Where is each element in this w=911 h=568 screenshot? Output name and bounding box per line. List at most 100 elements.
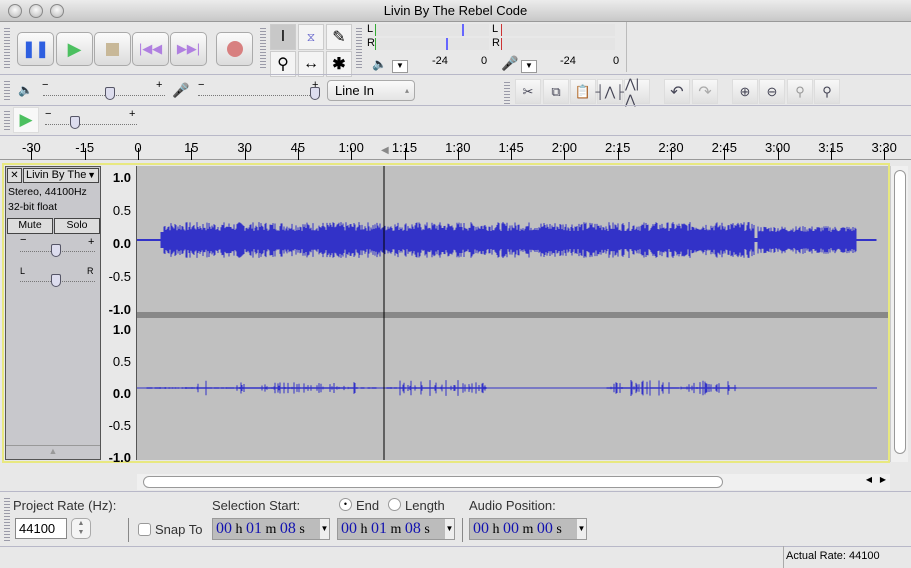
meter-toolbar: L R -24 0 🔈 ▼ L R -24 0 🎤 ▼ (364, 22, 622, 73)
magnifier-icon: ⚲ (277, 56, 289, 73)
play-head-marker: ◀ (381, 145, 389, 156)
zoom-in-button[interactable]: ⊕ (732, 79, 758, 104)
ruler-label: 3:00 (764, 140, 791, 155)
collapse-track-button[interactable]: ▲ (6, 445, 100, 456)
record-button[interactable] (216, 32, 253, 66)
asterisk-icon: ✱ (332, 56, 346, 73)
silence-icon: ⋀|⋀ (625, 75, 640, 107)
scroll-right-arrow[interactable]: ▶ (880, 475, 886, 484)
play-button[interactable]: ▶ (56, 32, 93, 66)
rec-meter-left-label: L (492, 23, 499, 35)
minimize-window-button[interactable] (29, 4, 43, 18)
slider-thumb[interactable] (70, 116, 80, 129)
paste-button[interactable]: 📋 (570, 79, 596, 104)
output-volume-icon: 🔈 (18, 83, 33, 97)
waveform-display[interactable] (137, 166, 888, 460)
close-window-button[interactable] (8, 4, 22, 18)
track-format: Stereo, 44100Hz (8, 186, 87, 198)
close-track-button[interactable]: ✕ (7, 168, 22, 183)
gain-slider[interactable] (20, 244, 95, 257)
zoom-out-button[interactable]: ⊖ (759, 79, 785, 104)
track-info: Stereo, 44100Hz 32-bit float (8, 185, 87, 215)
pan-slider[interactable] (20, 274, 95, 287)
audio-position-field[interactable]: 00 h 00 m 00 s ▼ (469, 518, 587, 540)
horizontal-scroll-thumb[interactable] (143, 476, 723, 488)
play-meter-right-label: R (367, 37, 375, 49)
input-volume-slider[interactable] (198, 82, 320, 100)
format-dropdown[interactable]: ▼ (577, 519, 586, 539)
channel-right-bg (137, 318, 888, 460)
tools-grip[interactable] (260, 26, 266, 70)
redo-button[interactable]: ↷ (692, 79, 718, 104)
envelope-tool[interactable]: ⧖ (298, 24, 324, 50)
slider-thumb[interactable] (105, 87, 115, 100)
track-bit-depth: 32-bit float (8, 201, 58, 213)
solo-button[interactable]: Solo (54, 218, 100, 234)
pencil-icon: ✎ (332, 29, 346, 46)
toolbar-grip[interactable] (4, 26, 10, 70)
silence-button[interactable]: ⋀|⋀ (624, 76, 650, 107)
undo-button[interactable]: ↶ (664, 79, 690, 104)
vertical-scrollbar[interactable] (890, 166, 908, 462)
slider-thumb[interactable] (51, 274, 61, 287)
paste-icon: 📋 (574, 83, 592, 99)
slider-thumb[interactable] (51, 244, 61, 257)
scroll-left-arrow[interactable]: ◀ (866, 475, 872, 484)
audio-position-label: Audio Position: (469, 498, 556, 513)
vertical-scroll-thumb[interactable] (894, 170, 906, 454)
speaker-icon: 🔈 (372, 57, 387, 71)
ruler-label: 1:00 (338, 140, 364, 155)
amplitude-label: 0.0 (112, 236, 131, 251)
snap-to-checkbox[interactable] (138, 523, 151, 536)
selection-bar-grip[interactable] (4, 496, 10, 542)
format-dropdown[interactable]: ▼ (320, 519, 329, 539)
copy-button[interactable]: ⧉ (543, 79, 569, 104)
project-rate-stepper[interactable]: ▲ ▼ (71, 518, 91, 539)
play-meter-menu[interactable]: ▼ (392, 60, 408, 73)
horizontal-scrollbar[interactable]: ◀ ▶ (137, 474, 890, 490)
fit-selection-button[interactable]: ⚲ (787, 79, 813, 104)
length-radio[interactable] (388, 498, 401, 511)
ruler-label: 1:45 (498, 140, 524, 155)
end-radio[interactable]: • (339, 498, 352, 511)
play-icon: ▶ (19, 110, 33, 129)
stop-button[interactable] (94, 32, 131, 66)
mute-button[interactable]: Mute (7, 218, 53, 234)
play-at-speed-button[interactable]: ▶ (13, 107, 39, 133)
zoom-window-button[interactable] (50, 4, 64, 18)
mixer-grip[interactable] (4, 79, 10, 101)
speed-grip[interactable] (4, 109, 10, 131)
draw-tool[interactable]: ✎ (326, 24, 352, 50)
selection-start-field[interactable]: 00 h 01 m 08 s ▼ (212, 518, 330, 540)
skip-to-start-button[interactable]: |◀◀ (132, 32, 169, 66)
project-rate-input[interactable]: 44100 (15, 518, 67, 539)
trim-outside-button[interactable]: ┤⋀├ (595, 79, 625, 104)
double-arrow-icon: ↔ (303, 55, 319, 72)
fit-project-button[interactable]: ⚲ (814, 79, 840, 104)
edit-grip[interactable] (504, 80, 510, 104)
skip-end-icon: ▶▶| (176, 41, 201, 56)
slider-thumb[interactable] (310, 87, 320, 100)
tick-label: -24 (432, 55, 448, 67)
trim-button[interactable]: ✂ (515, 79, 541, 104)
format-dropdown[interactable]: ▼ (445, 519, 454, 539)
ruler-label: 45 (290, 140, 306, 155)
track-menu-button[interactable]: Livin By The ▼ (23, 168, 99, 183)
meter-grip[interactable] (356, 26, 362, 70)
selection-end-field[interactable]: 00 h 01 m 08 s ▼ (337, 518, 455, 540)
rec-meter-menu[interactable]: ▼ (521, 60, 537, 73)
rec-meter-right-label: R (492, 37, 500, 49)
timeline-ruler[interactable]: -30 -15 0 15 30 45 1:00 1:15 1:30 1:45 2:00 2:15 2:3… (0, 136, 911, 160)
skip-start-icon: |◀◀ (138, 41, 163, 56)
tick-label: 0 (613, 55, 620, 67)
redo-icon: ↷ (698, 83, 712, 101)
skip-to-end-button[interactable]: ▶▶| (170, 32, 207, 66)
window-title: Livin By The Rebel Code (383, 3, 528, 18)
pause-button[interactable]: ❚❚ (17, 32, 54, 66)
input-source-select[interactable]: Line In ▴ (327, 80, 415, 101)
output-volume-slider[interactable] (43, 82, 165, 100)
envelope-icon: ⧖ (306, 29, 316, 44)
selection-tool[interactable]: I (270, 24, 296, 50)
playback-speed-slider[interactable] (45, 111, 137, 129)
trim-audio-icon: ┤⋀├ (595, 83, 625, 99)
